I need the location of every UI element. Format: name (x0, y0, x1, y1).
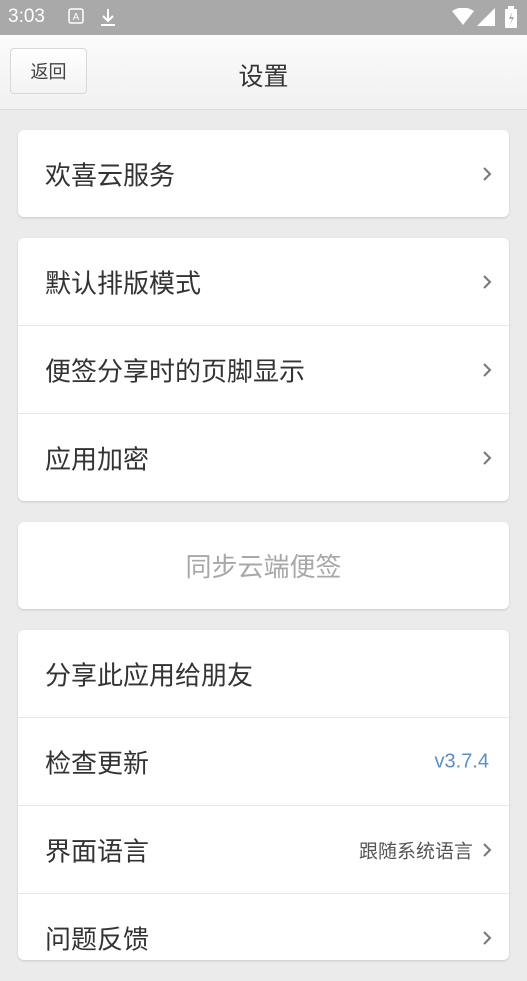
row-label: 问题反馈 (45, 925, 150, 955)
status-time: 3:03 (8, 6, 45, 27)
row-footer-display[interactable]: 便签分享时的页脚显示 (18, 326, 509, 414)
svg-text:A: A (73, 12, 80, 23)
sync-button[interactable]: 同步云端便签 (18, 522, 509, 609)
notification-a-icon: A (68, 8, 84, 28)
row-app-lock[interactable]: 应用加密 (18, 414, 509, 501)
page-title: 设置 (238, 62, 289, 91)
card-cloud: 欢喜云服务 (18, 130, 509, 217)
row-label: 分享此应用给朋友 (45, 661, 254, 691)
row-label: 便签分享时的页脚显示 (45, 357, 306, 387)
download-icon (100, 8, 116, 32)
row-cloud-service[interactable]: 欢喜云服务 (18, 130, 509, 217)
card-misc: 分享此应用给朋友 检查更新 v3.7.4 界面语言 跟随系统语言 问题反馈 (18, 630, 509, 960)
title-bar: 返回 设置 (0, 35, 527, 110)
row-layout-mode[interactable]: 默认排版模式 (18, 238, 509, 326)
row-label: 默认排版模式 (45, 269, 202, 299)
version-text: v3.7.4 (434, 750, 489, 772)
chevron-right-icon (483, 450, 492, 465)
row-check-update[interactable]: 检查更新 v3.7.4 (18, 718, 509, 806)
signal-icon (477, 8, 495, 30)
row-language[interactable]: 界面语言 跟随系统语言 (18, 806, 509, 894)
wifi-icon (452, 7, 474, 30)
chevron-right-icon (483, 166, 492, 181)
chevron-right-icon (483, 274, 492, 289)
battery-icon (505, 6, 517, 32)
chevron-right-icon (483, 930, 492, 945)
row-label: 应用加密 (45, 445, 150, 475)
row-share-app[interactable]: 分享此应用给朋友 (18, 630, 509, 718)
card-sync: 同步云端便签 (18, 522, 509, 609)
row-label: 欢喜云服务 (45, 161, 176, 191)
chevron-right-icon (483, 362, 492, 377)
chevron-right-icon (483, 842, 492, 857)
language-value: 跟随系统语言 (358, 840, 473, 862)
row-label: 界面语言 (45, 837, 150, 867)
row-feedback[interactable]: 问题反馈 (18, 894, 509, 981)
status-bar: 3:03 A (0, 0, 527, 35)
card-preferences: 默认排版模式 便签分享时的页脚显示 应用加密 (18, 238, 509, 501)
row-label: 检查更新 (45, 749, 150, 779)
